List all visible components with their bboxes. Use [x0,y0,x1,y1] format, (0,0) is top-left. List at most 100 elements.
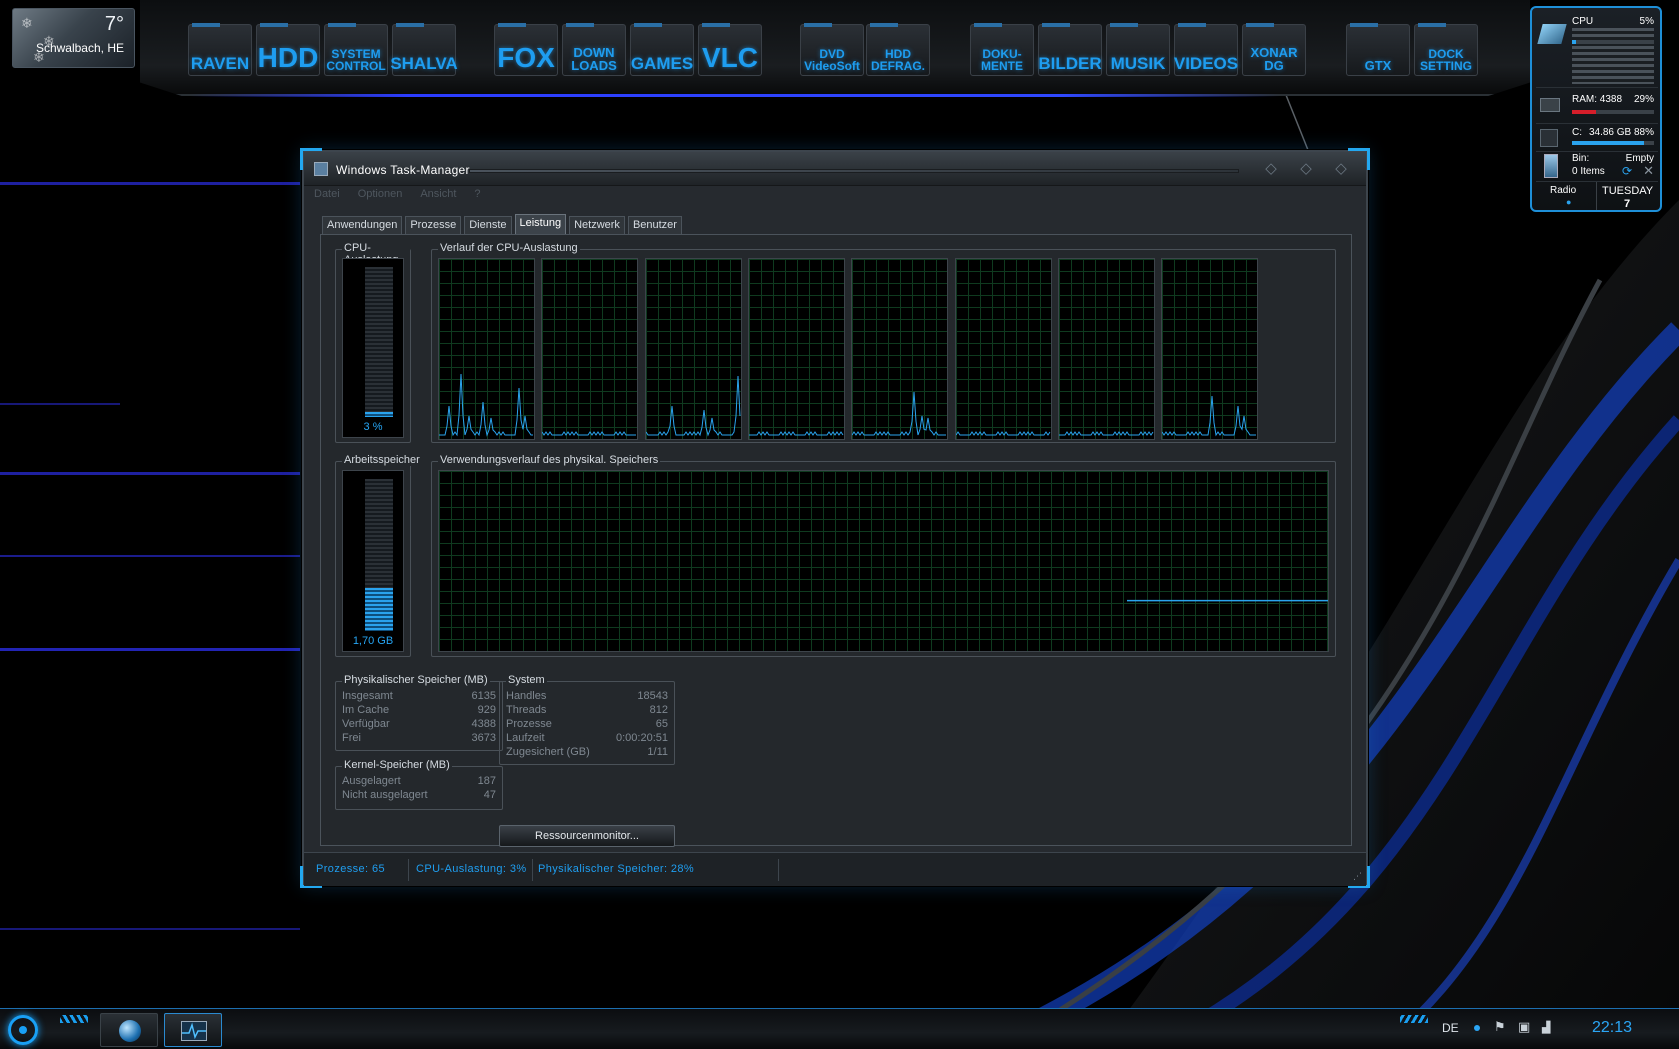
dock-button-down-loads[interactable]: DOWN LOADS [562,24,626,76]
title-bar[interactable]: Windows Task-Manager ◇ ◇ ◇ [304,152,1366,186]
task-manager-icon [314,162,328,176]
taskbar-stripes [60,1015,88,1023]
stat-row: Threads 812 [506,704,668,718]
dock-tab-marker [870,23,898,27]
physical-memory-label: Physikalischer Speicher (MB) [342,674,490,686]
stat-key: Zugesichert (GB) [506,746,590,758]
tab-dienste[interactable]: Dienste [464,216,512,234]
dock-button-dvd-videosoft[interactable]: DVD VideoSoft [800,24,864,76]
cpu-core-graph [1057,258,1155,440]
drive-icon [1540,129,1558,147]
recycle-bin-widget[interactable]: Bin: Empty 0 Items ⟳ ✕ [1536,152,1658,182]
flag-icon[interactable]: ⚑ [1494,1019,1506,1035]
cpu-core-line [851,391,947,436]
dock-tab-marker [328,23,356,27]
dock-button-xonar-dg[interactable]: XONAR DG [1242,24,1306,76]
dock-glow-line [190,94,1280,97]
weather-gadget[interactable]: ❄ ❄ ❄ 7° Schwalbach, HE [12,8,135,68]
menu-bar: Datei Optionen Ansicht ? [314,188,481,204]
dock-button-raven[interactable]: RAVEN [188,24,252,76]
memory-group: Arbeitsspeicher 1,70 GB [335,454,422,657]
tab-anwendungen[interactable]: Anwendungen [322,216,403,234]
start-button[interactable] [8,1015,38,1045]
dock-button-videos[interactable]: VIDEOS [1174,24,1238,76]
dock-tab-marker [804,23,832,27]
menu-help[interactable]: ? [474,188,480,204]
resize-grip-icon[interactable]: ⋰ [1353,871,1362,882]
menu-file[interactable]: Datei [314,188,340,204]
minimize-button[interactable]: ◇ [1259,158,1283,180]
ram-icon [1540,98,1560,112]
taskbar-clock[interactable]: 22:13 [1592,1019,1632,1037]
dock-button-musik[interactable]: MUSIK [1106,24,1170,76]
stat-row: Frei 3673 [342,732,496,746]
stat-value: 47 [483,789,496,801]
day-label: TUESDAY [1602,185,1654,197]
memory-meter-fill [365,588,393,631]
cpu-core-graph [438,258,535,440]
dock-button-gtx[interactable]: GTX [1346,24,1410,76]
weather-temperature: 7° [104,13,124,35]
sidebar-bottom: Radio ● TUESDAY 7 [1536,182,1658,210]
tab-benutzer[interactable]: Benutzer [627,216,682,234]
disk-value: 34.86 GB 88% [1588,127,1654,138]
cpu-core-plot [541,431,637,436]
task-manager-window: Windows Task-Manager ◇ ◇ ◇ Datei Optione… [300,148,1370,888]
stat-key: Prozesse [506,718,552,730]
dock-button-fox[interactable]: FOX [494,24,558,76]
physical-memory-group: Physikalischer Speicher (MB) Insgesamt 61… [335,674,503,751]
tab-prozesse[interactable]: Prozesse [405,216,462,234]
memory-label: Arbeitsspeicher [342,454,422,466]
dock-button-dock-setting[interactable]: DOCK SETTING [1414,24,1478,76]
cpu-value: 5% [1639,16,1654,27]
tab-netzwerk[interactable]: Netzwerk [569,216,625,234]
ram-value: 29% [1633,94,1654,105]
dock-button-hdd-defrag[interactable]: HDD DEFRAG. [866,24,930,76]
dock-button-shalva[interactable]: SHALVA [390,24,458,76]
dock-button-doku-mente[interactable]: DOKU- MENTE [970,24,1034,76]
cpu-core-plot [645,375,741,437]
dock-button-bilder[interactable]: BILDER [1038,24,1102,76]
tab-leistung[interactable]: Leistung [514,214,567,234]
bin-items: 0 Items [1572,166,1605,177]
dock-tab-marker [1178,23,1206,27]
network-icon[interactable]: ▣ [1518,1019,1530,1035]
cpu-core-graph [1161,258,1259,440]
taskbar-app-globe[interactable] [100,1013,158,1047]
stat-key: Verfügbar [342,718,390,730]
radio-label[interactable]: Radio [1550,185,1576,196]
cpu-core-line [748,431,844,436]
close-button[interactable]: ◇ [1329,158,1353,180]
volume-icon[interactable]: ▟ [1542,1021,1550,1034]
maximize-button[interactable]: ◇ [1294,158,1318,180]
taskbar: DE ⚑ ▣ ▟ 22:13 [0,1008,1679,1049]
menu-view[interactable]: Ansicht [420,188,456,204]
bin-label: Bin: [1572,153,1590,164]
tab-bar: Anwendungen Prozesse Dienste Leistung Ne… [322,214,685,234]
stat-key: Im Cache [342,704,390,716]
dock-button-games[interactable]: GAMES [630,24,694,76]
status-bar: Prozesse: 65 CPU-Auslastung: 3% Physikal… [304,852,1366,886]
cpu-core-plot [955,431,1050,436]
play-icon[interactable]: ● [1566,197,1571,207]
dock-tab-marker [396,23,424,27]
performance-panel: CPU-Auslastung 3 % Verlauf der CPU-Ausla… [320,234,1352,847]
dock-button-vlc[interactable]: VLC [698,24,762,76]
refresh-icon[interactable]: ⟳ [1622,164,1632,178]
memory-history-plot [1127,599,1328,602]
dock-button-system-control[interactable]: SYSTEM CONTROL [324,24,388,76]
taskbar-app-task-manager[interactable] [164,1013,222,1047]
stat-row: Nicht ausgelagert 47 [342,789,496,803]
memory-meter-box: 1,70 GB [342,470,404,652]
language-indicator[interactable]: DE [1442,1021,1459,1035]
menu-options[interactable]: Optionen [358,188,403,204]
kernel-memory-group: Kernel-Speicher (MB) Ausgelagert 187 Nicht… [335,759,503,810]
resource-monitor-button[interactable]: Ressourcenmonitor... [499,825,675,847]
ram-label: RAM: 4388 [1572,94,1623,105]
dock-button-hdd[interactable]: HDD [256,24,320,76]
status-separator [532,859,533,881]
close-icon[interactable]: ✕ [1643,163,1654,179]
stat-row: Im Cache 929 [342,704,496,718]
dock-tab-marker [1418,23,1446,27]
cpu-core-line [439,373,533,437]
